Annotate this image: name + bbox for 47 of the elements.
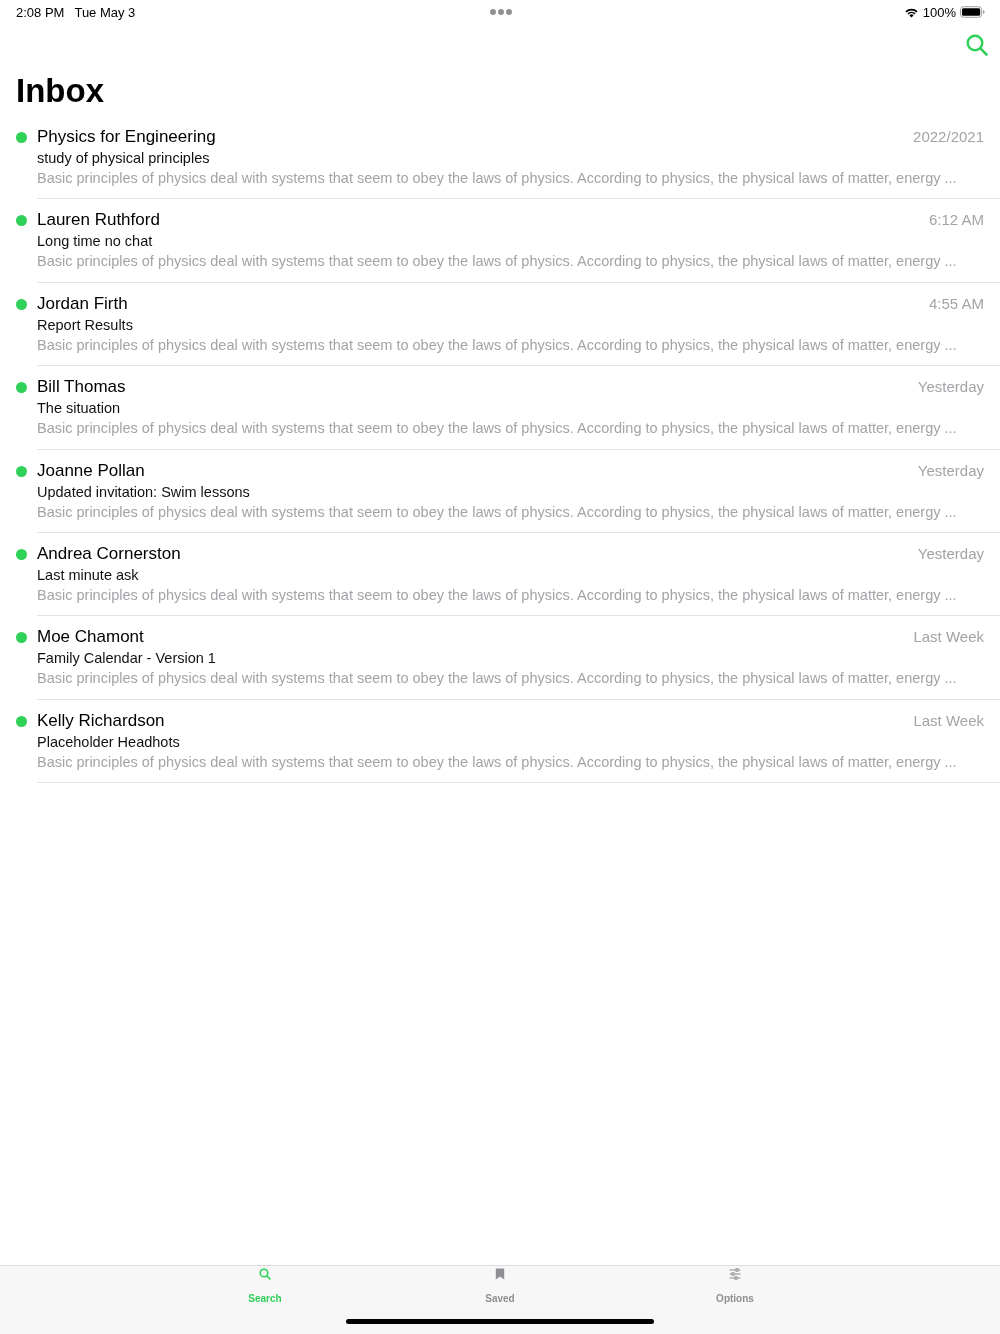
message-preview: Basic principles of physics deal with systems that seem to obey the laws of physics. According to physics, the physical laws of matter, energy ... bbox=[37, 335, 958, 355]
page-title: Inbox bbox=[15, 71, 104, 111]
message-subject: Last minute ask bbox=[37, 565, 140, 585]
wifi-icon bbox=[903, 6, 919, 18]
message-preview: Basic principles of physics deal with systems that seem to obey the laws of physics. According to physics, the physical laws of matter, energy ... bbox=[37, 669, 958, 689]
tab-button[interactable]: Search bbox=[238, 1266, 292, 1306]
sender-name: Bill Thomas bbox=[37, 376, 126, 399]
message-date: Last Week bbox=[913, 710, 984, 731]
more-dots-icon[interactable] bbox=[489, 9, 512, 15]
message-preview: Basic principles of physics deal with systems that seem to obey the laws of physics. According to physics, the physical laws of matter, energy ... bbox=[37, 419, 958, 439]
battery-percentage: 100% bbox=[922, 4, 956, 20]
message-date: 6:12 AM bbox=[928, 210, 984, 231]
message-date: Last Week bbox=[913, 627, 984, 648]
bookmark-icon bbox=[494, 1268, 506, 1280]
battery-icon bbox=[960, 6, 985, 18]
message-date: Yesterday bbox=[917, 377, 984, 398]
sender-name: Moe Chamont bbox=[37, 626, 144, 649]
message-subject: Placeholder Headhots bbox=[37, 732, 181, 752]
message-subject: Report Results bbox=[37, 315, 134, 335]
search-icon bbox=[259, 1268, 271, 1280]
message-date: 2022/2021 bbox=[913, 127, 984, 147]
sender-name: Physics for Engineering bbox=[37, 126, 216, 148]
sender-name: Jordan Firth bbox=[37, 292, 128, 315]
message-date: Yesterday bbox=[917, 543, 984, 564]
message-subject: study of physical principles bbox=[37, 149, 211, 168]
search-icon bbox=[966, 34, 988, 56]
sender-name: Lauren Ruthford bbox=[37, 209, 160, 232]
message-preview: Basic principles of physics deal with systems that seem to obey the laws of physics. According to physics, the physical laws of matter, energy ... bbox=[37, 585, 958, 605]
message-date: 4:55 AM bbox=[928, 293, 984, 314]
message-preview: Basic principles of physics deal with systems that seem to obey the laws of physics. According to physics, the physical laws of matter, energy ... bbox=[37, 752, 958, 772]
message-preview: Basic principles of physics deal with systems that seem to obey the laws of physics. According to physics, the physical laws of matter, energy ... bbox=[37, 502, 958, 522]
sender-name: Kelly Richardson bbox=[37, 709, 165, 732]
search-button[interactable] bbox=[966, 34, 988, 56]
sender-name: Joanne Pollan bbox=[37, 459, 145, 482]
message-subject: Long time no chat bbox=[37, 232, 154, 252]
status-date: Tue May 3 bbox=[74, 4, 136, 20]
message-subject: Updated invitation: Swim lessons bbox=[37, 482, 251, 502]
tab-button[interactable]: Saved bbox=[475, 1266, 525, 1306]
message-preview: Basic principles of physics deal with systems that seem to obey the laws of physics. According to physics, the physical laws of matter, energy ... bbox=[37, 169, 958, 188]
sliders-icon bbox=[729, 1268, 741, 1280]
tab-button[interactable]: Options bbox=[706, 1266, 764, 1306]
message-preview: Basic principles of physics deal with systems that seem to obey the laws of physics. According to physics, the physical laws of matter, energy ... bbox=[37, 252, 958, 272]
message-date: Yesterday bbox=[917, 460, 984, 481]
message-subject: Family Calendar - Version 1 bbox=[37, 649, 217, 669]
status-time: 2:08 PM bbox=[16, 4, 65, 20]
sender-name: Andrea Cornerston bbox=[37, 542, 181, 565]
message-subject: The situation bbox=[37, 399, 122, 419]
